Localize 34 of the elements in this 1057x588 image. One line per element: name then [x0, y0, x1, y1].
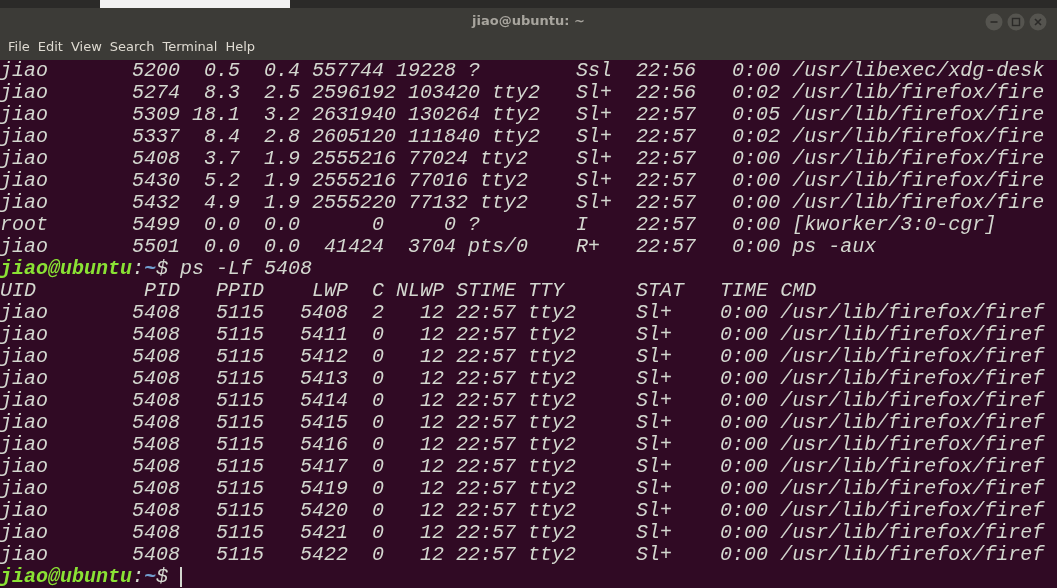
output-line: jiao 5408 5115 5417 0 12 22:57 tty2 Sl+ 0:00 /usr/lib/firefox/firef [0, 456, 1046, 478]
output-line: jiao 5408 5115 5412 0 12 22:57 tty2 Sl+ 0:00 /usr/lib/firefox/firef [0, 346, 1046, 368]
menu-item[interactable]: Edit [33, 34, 67, 60]
output-line: jiao 5408 5115 5413 0 12 22:57 tty2 Sl+ 0:00 /usr/lib/firefox/firef [0, 368, 1046, 390]
output-line: jiao 5432 4.9 1.9 2555220 77132 tty2 Sl+ 22:57 0:00 /usr/lib/firefox/fire [0, 192, 1046, 214]
menu-item[interactable]: File [4, 34, 34, 60]
output-line: jiao 5408 5115 5408 2 12 22:57 tty2 Sl+ 0:00 /usr/lib/firefox/firef [0, 302, 1046, 324]
prompt-line: jiao@ubuntu:~$ [0, 566, 1057, 588]
minimize-button[interactable] [985, 13, 1003, 31]
output-line: jiao 5408 5115 5421 0 12 22:57 tty2 Sl+ 0:00 /usr/lib/firefox/firef [0, 522, 1046, 544]
output-line: jiao 5501 0.0 0.0 41424 3704 pts/0 R+ 22:57 0:00 ps -aux [0, 236, 878, 258]
close-button[interactable] [1029, 13, 1047, 31]
output-line: jiao 5408 5115 5416 0 12 22:57 tty2 Sl+ 0:00 /usr/lib/firefox/firef [0, 434, 1046, 456]
output-line: jiao 5408 5115 5415 0 12 22:57 tty2 Sl+ 0:00 /usr/lib/firefox/firef [0, 412, 1046, 434]
menu-item[interactable]: Search [105, 34, 159, 60]
window-title: jiao@ubuntu: ~ [472, 12, 585, 30]
menu-item[interactable]: Help [221, 34, 260, 60]
output-line: root 5499 0.0 0.0 0 0 ? I 22:57 0:00 [kworker/3:0-cgr] [0, 214, 998, 236]
output-line: jiao 5408 5115 5420 0 12 22:57 tty2 Sl+ 0:00 /usr/lib/firefox/firef [0, 500, 1046, 522]
output-line: jiao 5408 5115 5411 0 12 22:57 tty2 Sl+ 0:00 /usr/lib/firefox/firef [0, 324, 1046, 346]
output-line: jiao 5408 5115 5414 0 12 22:57 tty2 Sl+ 0:00 /usr/lib/firefox/firef [0, 390, 1046, 412]
menu-item[interactable]: View [66, 34, 106, 60]
output-line: jiao 5337 8.4 2.8 2605120 111840 tty2 Sl+ 22:57 0:02 /usr/lib/firefox/fire [0, 126, 1046, 148]
output-line: jiao 5408 3.7 1.9 2555216 77024 tty2 Sl+ 22:57 0:00 /usr/lib/firefox/fire [0, 148, 1046, 170]
prompt-line: jiao@ubuntu:~$ ps -Lf 5408 [0, 258, 314, 280]
maximize-button[interactable] [1007, 13, 1025, 31]
output-line: jiao 5200 0.5 0.4 557744 19228 ? Ssl 22:56 0:00 /usr/libexec/xdg-desk [0, 60, 1046, 82]
output-line: jiao 5408 5115 5419 0 12 22:57 tty2 Sl+ 0:00 /usr/lib/firefox/firef [0, 478, 1046, 500]
menu-item[interactable]: Terminal [158, 34, 222, 60]
output-line: jiao 5309 18.1 3.2 2631940 130264 tty2 Sl+ 22:57 0:05 /usr/lib/firefox/fire [0, 104, 1046, 126]
output-line: jiao 5274 8.3 2.5 2596192 103420 tty2 Sl+ 22:56 0:02 /usr/lib/firefox/fire [0, 82, 1046, 104]
output-line: UID PID PPID LWP C NLWP STIME TTY STAT TIME CMD [0, 280, 818, 302]
output-line: jiao 5408 5115 5422 0 12 22:57 tty2 Sl+ 0:00 /usr/lib/firefox/firef [0, 544, 1046, 566]
output-line: jiao 5430 5.2 1.9 2555216 77016 tty2 Sl+ 22:57 0:00 /usr/lib/firefox/fire [0, 170, 1046, 192]
